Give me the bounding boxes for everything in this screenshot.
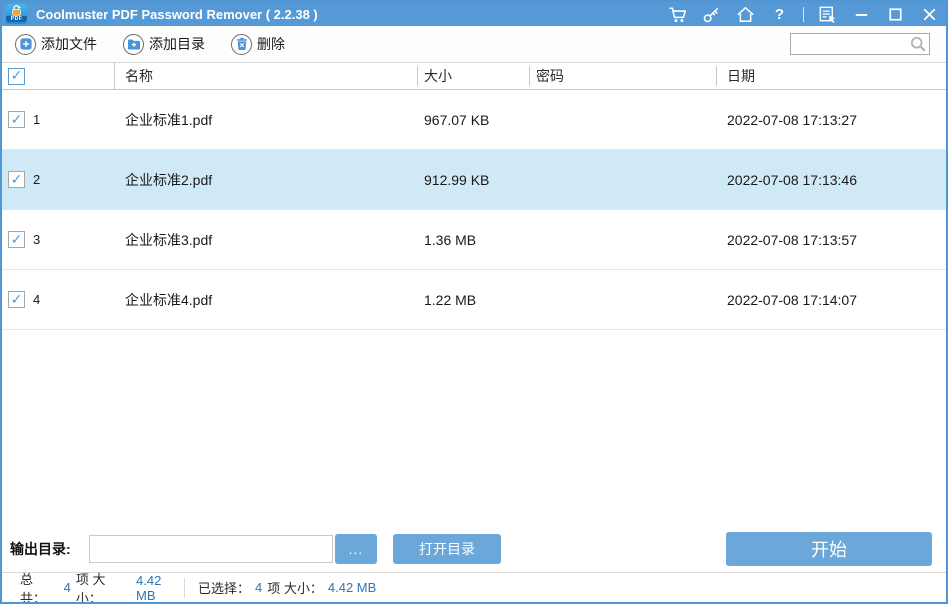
add-file-label: 添加文件 [41,34,97,54]
row-index: 4 [33,292,40,307]
titlebar-separator [803,7,804,22]
status-total-label: 总共： [20,569,59,604]
add-folder-icon [123,34,144,55]
padlock-open-icon [10,5,23,16]
status-selected: 已选择： 4 项 大小： 4.42 MB [185,578,376,597]
open-directory-button[interactable]: 打开目录 [393,534,501,564]
output-panel: 输出目录: ... 打开目录 开始 [2,526,946,572]
row-index: 3 [33,232,40,247]
maximize-button[interactable] [885,4,906,25]
titlebar: PDF Coolmuster PDF Password Remover ( 2.… [2,2,946,26]
file-size: 1.36 MB [418,232,530,248]
row-index: 2 [33,172,40,187]
delete-button[interactable]: 删除 [231,34,285,55]
toolbar: 添加文件 添加目录 删除 [2,26,946,63]
register-form-icon[interactable] [817,4,838,25]
status-selected-label: 已选择： [198,578,250,597]
delete-label: 删除 [257,34,285,54]
table-row[interactable]: ✓ 1 企业标准1.pdf 967.07 KB 2022-07-08 17:13… [2,90,946,150]
app-window: PDF Coolmuster PDF Password Remover ( 2.… [0,0,948,604]
file-name: 企业标准4.pdf [115,290,418,310]
row-index: 1 [33,112,40,127]
status-total: 总共： 4 项 大小： 4.42 MB [2,569,184,604]
output-dir-input[interactable] [89,535,333,563]
minimize-button[interactable] [851,4,872,25]
column-header-password: 密码 [530,66,717,86]
start-button[interactable]: 开始 [726,532,932,566]
help-icon[interactable]: ? [769,4,790,25]
status-selected-size: 4.42 MB [328,580,376,595]
statusbar: 总共： 4 项 大小： 4.42 MB 已选择： 4 项 大小： 4.42 MB [2,572,946,602]
column-header-name: 名称 [115,66,418,86]
file-date: 2022-07-08 17:13:27 [717,112,946,128]
status-selected-mid: 项 大小： [267,578,323,597]
file-name: 企业标准1.pdf [115,110,418,130]
browse-button[interactable]: ... [335,534,377,564]
table-row[interactable]: ✓ 3 企业标准3.pdf 1.36 MB 2022-07-08 17:13:5… [2,210,946,270]
output-dir-label: 输出目录: [10,539,89,559]
table-header: ✓ 名称 大小 密码 日期 [2,63,946,90]
status-total-mid: 项 大小： [76,569,131,604]
delete-icon [231,34,252,55]
search-box [790,33,930,55]
table-row[interactable]: ✓ 2 企业标准2.pdf 912.99 KB 2022-07-08 17:13… [2,150,946,210]
app-icon-pdf-label: PDF [6,16,27,22]
row-checkbox[interactable]: ✓ [8,291,25,308]
column-header-size: 大小 [418,66,530,86]
search-icon[interactable] [909,35,927,58]
store-cart-icon[interactable] [667,4,688,25]
row-checkbox[interactable]: ✓ [8,111,25,128]
file-date: 2022-07-08 17:13:46 [717,172,946,188]
file-size: 967.07 KB [418,112,530,128]
app-icon: PDF [6,4,27,24]
table-body: ✓ 1 企业标准1.pdf 967.07 KB 2022-07-08 17:13… [2,90,946,330]
register-key-icon[interactable] [701,4,722,25]
file-date: 2022-07-08 17:14:07 [717,292,946,308]
status-selected-count: 4 [255,580,262,595]
file-name: 企业标准2.pdf [115,170,418,190]
add-file-button[interactable]: 添加文件 [15,34,97,55]
add-folder-label: 添加目录 [149,34,205,54]
row-checkbox[interactable]: ✓ [8,231,25,248]
window-title: Coolmuster PDF Password Remover ( 2.2.38… [36,7,667,22]
row-checkbox[interactable]: ✓ [8,171,25,188]
file-size: 1.22 MB [418,292,530,308]
column-header-date: 日期 [717,66,946,86]
close-button[interactable] [919,4,940,25]
add-file-icon [15,34,36,55]
table-row[interactable]: ✓ 4 企业标准4.pdf 1.22 MB 2022-07-08 17:14:0… [2,270,946,330]
select-all-checkbox[interactable]: ✓ [8,68,25,85]
file-name: 企业标准3.pdf [115,230,418,250]
home-icon[interactable] [735,4,756,25]
add-folder-button[interactable]: 添加目录 [123,34,205,55]
titlebar-buttons: ? [667,4,940,25]
file-size: 912.99 KB [418,172,530,188]
status-total-size: 4.42 MB [136,573,184,603]
file-date: 2022-07-08 17:13:57 [717,232,946,248]
status-total-count: 4 [64,580,71,595]
